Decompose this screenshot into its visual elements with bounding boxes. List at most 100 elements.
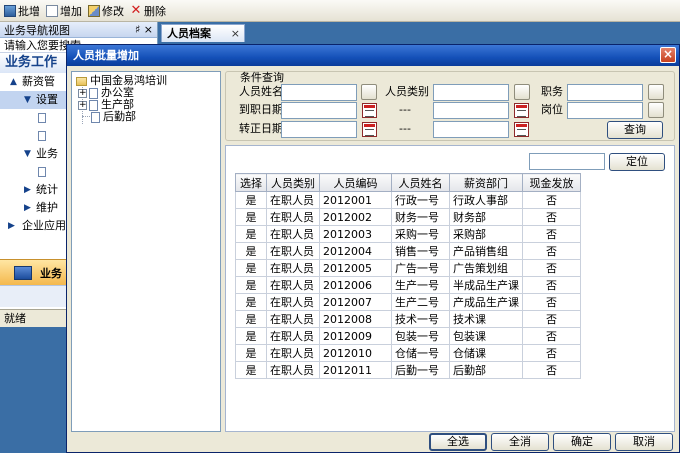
column-header[interactable]: 人员类别 [266, 173, 320, 192]
table-cell: 技术课 [449, 310, 523, 328]
select-cell[interactable]: 是 [235, 344, 267, 362]
nav-close-icon[interactable]: × [144, 23, 153, 36]
category-input[interactable] [433, 84, 509, 101]
table-cell: 2012001 [319, 191, 392, 209]
column-header[interactable]: 选择 [235, 173, 267, 192]
business-icon [14, 265, 32, 280]
delete-icon: ✕ [130, 2, 142, 18]
calendar-icon[interactable] [362, 122, 377, 137]
nav-header: 业务导航视图 ♯ × [0, 22, 157, 38]
table-cell: 采购部 [449, 225, 523, 243]
collapsed-icon: ▶ [24, 203, 31, 213]
hire-date-from-input[interactable] [281, 102, 357, 119]
table-row[interactable]: 是在职人员 2012005 广告一号 广告策划组否 [235, 259, 581, 277]
calendar-icon[interactable] [514, 122, 529, 137]
locate-input[interactable] [529, 153, 605, 170]
query-button[interactable]: 查询 [607, 121, 663, 139]
table-cell: 技术一号 [391, 310, 450, 328]
add-button[interactable]: 增加 [46, 3, 82, 19]
page-icon [89, 87, 98, 99]
tree-node-logistics[interactable]: 后勤部 [91, 110, 136, 123]
expand-plus-icon[interactable]: + [78, 88, 87, 98]
table-cell: 财务部 [449, 208, 523, 226]
column-header[interactable]: 现金发放 [522, 173, 581, 192]
org-tree: 中国金易鸿培训 + 办公室 + 生产部 后勤部 [71, 71, 221, 432]
select-cell[interactable]: 是 [235, 259, 267, 277]
ok-button[interactable]: 确定 [553, 433, 611, 451]
select-cell[interactable]: 是 [235, 242, 267, 260]
table-cell: 广告一号 [391, 259, 450, 277]
post-input[interactable] [567, 102, 643, 119]
edit-button[interactable]: 修改 [88, 3, 124, 19]
select-cell[interactable]: 是 [235, 208, 267, 226]
table-row[interactable]: 是在职人员 2012006 生产一号 半成品生产课否 [235, 276, 581, 294]
locate-button[interactable]: 定位 [609, 153, 665, 171]
select-cell[interactable]: 是 [235, 293, 267, 311]
table-cell: 仓储课 [449, 344, 523, 362]
table-cell: 在职人员 [266, 327, 320, 345]
category-lookup-button[interactable] [514, 84, 530, 100]
pin-icon[interactable]: ♯ [135, 23, 140, 36]
table-cell: 2012002 [319, 208, 392, 226]
tab-close-icon[interactable]: × [231, 25, 240, 42]
document-icon [38, 167, 46, 177]
name-input[interactable] [281, 84, 357, 101]
column-header[interactable]: 人员编码 [319, 173, 392, 192]
table-row[interactable]: 是在职人员 2012003 采购一号 采购部否 [235, 225, 581, 243]
select-cell[interactable]: 是 [235, 225, 267, 243]
calendar-icon[interactable] [362, 103, 377, 118]
column-header[interactable]: 人员姓名 [391, 173, 450, 192]
position-input[interactable] [567, 84, 643, 101]
table-cell: 在职人员 [266, 276, 320, 294]
table-cell: 半成品生产课 [449, 276, 523, 294]
select-cell[interactable]: 是 [235, 310, 267, 328]
table-row[interactable]: 是在职人员 2012001 行政一号 行政人事部否 [235, 191, 581, 209]
table-cell: 否 [522, 361, 581, 379]
table-cell: 后勤一号 [391, 361, 450, 379]
select-cell[interactable]: 是 [235, 327, 267, 345]
table-cell: 2012011 [319, 361, 392, 379]
table-header-row: 选择 人员类别 人员编码 人员姓名 薪资部门 现金发放 [235, 173, 581, 192]
table-row[interactable]: 是在职人员 2012008 技术一号 技术课否 [235, 310, 581, 328]
nav-header-controls: ♯ × [135, 23, 153, 36]
expand-plus-icon[interactable]: + [78, 100, 87, 110]
tree-node-label: 后勤部 [103, 110, 136, 123]
select-all-button[interactable]: 全选 [429, 433, 487, 451]
tab-label: 人员档案 [167, 27, 211, 40]
position-label: 职务 [541, 85, 563, 98]
table-cell: 否 [522, 191, 581, 209]
range-separator: --- [399, 122, 411, 135]
table-row[interactable]: 是在职人员 2012004 销售一号 产品销售组否 [235, 242, 581, 260]
table-row[interactable]: 是在职人员 2012011 后勤一号 后勤部否 [235, 361, 581, 379]
collapsed-icon: ▶ [8, 221, 15, 231]
table-cell: 2012003 [319, 225, 392, 243]
position-lookup-button[interactable] [648, 84, 664, 100]
table-row[interactable]: 是在职人员 2012002 财务一号 财务部否 [235, 208, 581, 226]
deselect-all-button[interactable]: 全消 [491, 433, 549, 451]
select-cell[interactable]: 是 [235, 276, 267, 294]
post-lookup-button[interactable] [648, 102, 664, 118]
select-cell[interactable]: 是 [235, 361, 267, 379]
table-cell: 财务一号 [391, 208, 450, 226]
table-cell: 采购一号 [391, 225, 450, 243]
cancel-button[interactable]: 取消 [615, 433, 673, 451]
table-row[interactable]: 是在职人员 2012007 生产二号 产成品生产课否 [235, 293, 581, 311]
dialog-close-button[interactable]: × [660, 47, 676, 63]
collapsed-icon: ▶ [24, 185, 31, 195]
name-lookup-button[interactable] [361, 84, 377, 100]
table-cell: 否 [522, 327, 581, 345]
hire-date-to-input[interactable] [433, 102, 509, 119]
tab-personnel-archive[interactable]: 人员档案 × [161, 24, 245, 42]
delete-button[interactable]: ✕ 删除 [130, 3, 166, 19]
batch-add-dialog: 人员批量增加 × 中国金易鸿培训 + 办公室 + 生产部 后勤部 条件查询 人员姓名… [66, 44, 680, 453]
table-row[interactable]: 是在职人员 2012009 包装一号 包装课否 [235, 327, 581, 345]
regular-date-to-input[interactable] [433, 121, 509, 138]
page-icon [89, 99, 98, 111]
table-row[interactable]: 是在职人员 2012010 仓储一号 仓储课否 [235, 344, 581, 362]
table-cell: 生产一号 [391, 276, 450, 294]
column-header[interactable]: 薪资部门 [449, 173, 523, 192]
select-cell[interactable]: 是 [235, 191, 267, 209]
calendar-icon[interactable] [514, 103, 529, 118]
regular-date-from-input[interactable] [281, 121, 357, 138]
batch-add-button[interactable]: 批增 [4, 3, 40, 19]
